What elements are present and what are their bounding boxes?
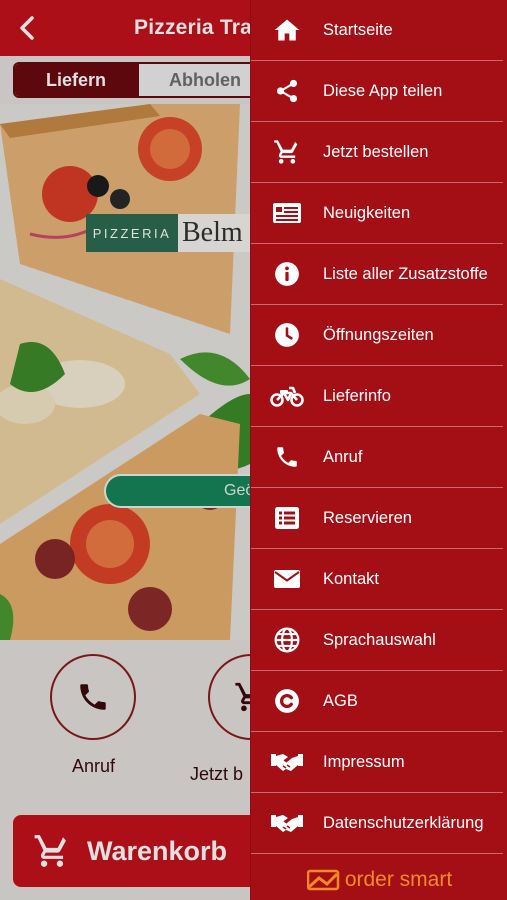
menu-item-news[interactable]: Neuigkeiten xyxy=(251,183,503,244)
menu-item-label: Lieferinfo xyxy=(323,386,391,405)
menu-item-contact[interactable]: Kontakt xyxy=(251,549,503,610)
clock-icon xyxy=(275,323,299,347)
menu-item-label: Liste aller Zusatzstoffe xyxy=(323,264,488,283)
dim-overlay[interactable] xyxy=(0,0,250,900)
menu-item-label: AGB xyxy=(323,691,358,710)
order-smart-logo: order smart xyxy=(306,868,453,892)
side-menu: Startseite Diese App teilen Jetzt bestel… xyxy=(250,0,507,900)
menu-item-label: Kontakt xyxy=(323,569,379,588)
order-smart-logo-icon xyxy=(306,869,340,891)
menu-item-reserve[interactable]: Reservieren xyxy=(251,488,503,549)
menu-item-imprint[interactable]: Impressum xyxy=(251,732,503,793)
menu-item-label: Reservieren xyxy=(323,508,412,527)
brand-text: order smart xyxy=(344,868,453,891)
envelope-icon xyxy=(274,570,300,588)
menu-item-label: Impressum xyxy=(323,752,405,771)
menu-item-label: Neuigkeiten xyxy=(323,203,411,222)
menu-item-additives[interactable]: Liste aller Zusatzstoffe xyxy=(251,244,503,305)
phone-icon xyxy=(277,447,297,467)
menu-item-order-now[interactable]: Jetzt bestellen xyxy=(251,122,503,183)
menu-item-label: Datenschutzerklärung xyxy=(323,813,484,832)
handshake-icon xyxy=(271,815,303,832)
globe-icon xyxy=(274,627,300,653)
share-icon xyxy=(276,79,298,103)
menu-item-label: Diese App teilen xyxy=(323,81,443,100)
menu-item-label: Öffnungszeiten xyxy=(323,325,434,344)
motorbike-icon xyxy=(270,386,304,407)
menu-item-opening-hours[interactable]: Öffnungszeiten xyxy=(251,305,503,366)
menu-item-privacy[interactable]: Datenschutzerklärung xyxy=(251,793,503,854)
cart-icon xyxy=(274,140,298,164)
menu-item-terms[interactable]: AGB xyxy=(251,671,503,732)
handshake-icon xyxy=(271,754,303,771)
menu-item-label: Anruf xyxy=(323,447,363,466)
menu-item-language[interactable]: Sprachauswahl xyxy=(251,610,503,671)
news-icon xyxy=(273,203,301,223)
menu-item-label: Jetzt bestellen xyxy=(323,142,429,161)
info-icon xyxy=(275,262,299,286)
menu-item-startseite[interactable]: Startseite xyxy=(251,0,503,61)
home-icon xyxy=(274,19,300,41)
menu-item-call[interactable]: Anruf xyxy=(251,427,503,488)
copyright-icon xyxy=(275,689,299,713)
menu-item-label: Sprachauswahl xyxy=(323,630,436,649)
brand-footer: order smart xyxy=(251,868,507,896)
list-icon xyxy=(275,507,299,529)
menu-item-delivery-info[interactable]: Lieferinfo xyxy=(251,366,503,427)
menu-item-label: Startseite xyxy=(323,20,393,39)
menu-item-share[interactable]: Diese App teilen xyxy=(251,61,503,122)
